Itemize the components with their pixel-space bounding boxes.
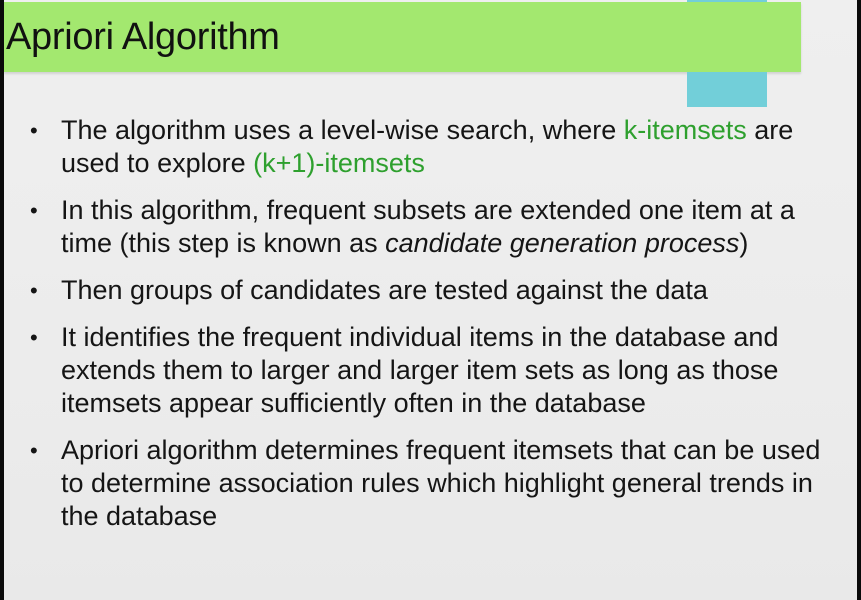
bullet-text: Apriori algorithm determines frequent it… (61, 435, 821, 531)
bullet-item: • It identifies the frequent individual … (30, 321, 845, 420)
bullet-icon: • (30, 278, 38, 303)
bullet-item: • The algorithm uses a level-wise search… (30, 114, 845, 180)
title-bar: Apriori Algorithm (4, 2, 801, 72)
highlight-term: k-itemsets (623, 115, 747, 145)
bullet-item: • Apriori algorithm determines frequent … (30, 434, 845, 533)
highlight-term: (k+1)-itemsets (253, 148, 425, 178)
bullet-item: • In this algorithm, frequent subsets ar… (30, 194, 845, 260)
bullet-icon: • (30, 118, 38, 143)
slide: Apriori Algorithm • The algorithm uses a… (4, 0, 857, 600)
bullet-icon: • (30, 198, 38, 223)
bullet-text: It identifies the frequent individual it… (61, 322, 779, 418)
bullet-icon: • (30, 438, 38, 463)
bullet-list: • The algorithm uses a level-wise search… (30, 114, 845, 547)
bullet-item: • Then groups of candidates are tested a… (30, 274, 845, 307)
slide-title: Apriori Algorithm (6, 16, 280, 58)
bullet-text: Then groups of candidates are tested aga… (61, 275, 708, 305)
bullet-text: ) (739, 228, 749, 258)
bullet-text: The algorithm uses a level-wise search, … (61, 115, 624, 145)
accent-decoration (687, 72, 767, 107)
bullet-icon: • (30, 325, 38, 350)
italic-term: candidate generation process (385, 228, 740, 258)
